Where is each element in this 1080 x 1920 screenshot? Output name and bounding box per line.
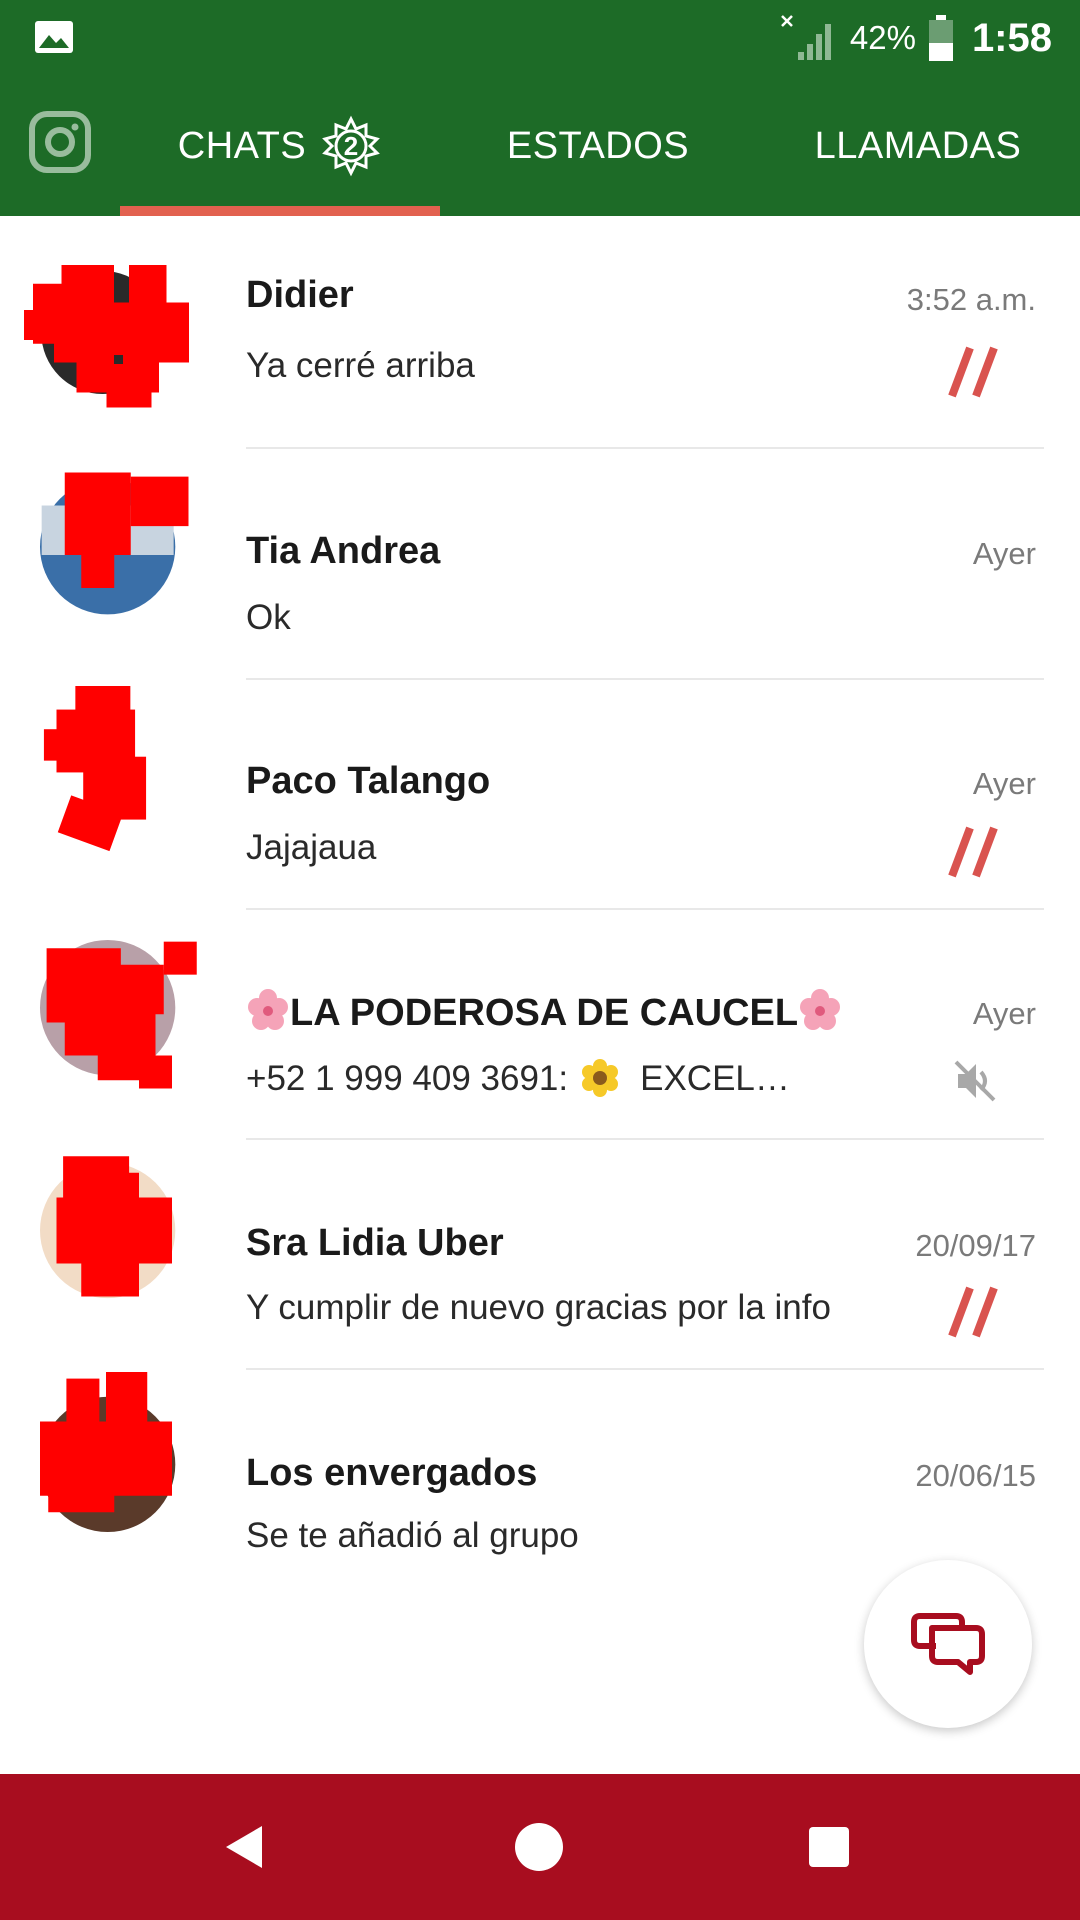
tab-estados-label: ESTADOS	[506, 124, 690, 167]
tab-bar: CHATS 2 ESTADOS LLAMADAS	[0, 76, 1080, 216]
unread-count: 2	[343, 130, 359, 161]
image-icon	[35, 21, 73, 53]
tab-chats-label: CHATS	[177, 124, 307, 167]
tab-llamadas[interactable]: LLAMADAS	[756, 76, 1080, 216]
avatar	[40, 1156, 176, 1299]
chat-preview: Jajajaua	[246, 828, 377, 867]
mute-icon	[954, 1060, 996, 1102]
chat-time: 3:52 a.m.	[906, 282, 1036, 317]
cherry-blossom-icon	[248, 989, 288, 1030]
chat-row[interactable]: Sra Lidia Uber 20/09/17 Y cumplir de nue…	[0, 1138, 1080, 1370]
chat-name: LA PODEROSA DE CAUCEL	[246, 988, 842, 1035]
chat-row[interactable]: Didier 3:52 a.m. Ya cerré arriba	[0, 216, 1080, 449]
chat-row[interactable]: Paco Talango Ayer Jajajaua	[0, 678, 1080, 910]
chat-time: Ayer	[972, 766, 1036, 801]
sunflower-icon	[582, 1059, 619, 1097]
chat-name: Paco Talango	[246, 760, 491, 802]
new-chat-icon	[911, 1613, 985, 1675]
avatar	[40, 1372, 176, 1533]
home-icon[interactable]	[506, 1814, 572, 1880]
chat-name-text: LA PODEROSA DE CAUCEL	[290, 992, 799, 1034]
chat-row[interactable]: LA PODEROSA DE CAUCEL Ayer +52 1 999 409…	[0, 908, 1080, 1140]
battery-icon	[928, 15, 953, 61]
avatar	[43, 686, 147, 852]
preview-sender: +52 1 999 409 3691:	[246, 1059, 569, 1098]
tab-indicator	[120, 206, 440, 216]
tab-chats[interactable]: CHATS 2	[120, 76, 440, 216]
tab-llamadas-label: LLAMADAS	[814, 124, 1022, 167]
chat-preview: +52 1 999 409 3691: EXCEL…	[246, 1058, 790, 1099]
chat-time: 20/06/15	[915, 1458, 1036, 1493]
double-check-icon	[948, 826, 998, 878]
chat-name: Los envergados	[246, 1452, 538, 1494]
chat-row[interactable]: Los envergados 20/06/15 Se te añadió al …	[0, 1368, 1080, 1598]
navigation-bar	[0, 1774, 1080, 1920]
avatar	[40, 472, 189, 615]
battery-percent: 42%	[849, 19, 916, 56]
unread-badge: 2	[320, 115, 382, 177]
recents-icon[interactable]	[796, 1814, 862, 1880]
chat-preview: Ok	[246, 598, 291, 637]
status-bar: 42% 1:58	[0, 0, 1080, 76]
back-icon[interactable]	[214, 1814, 280, 1880]
chat-time: Ayer	[972, 996, 1036, 1031]
clock: 1:58	[971, 15, 1052, 60]
signal-no-data-icon	[780, 15, 831, 60]
double-check-icon	[948, 346, 998, 398]
chat-preview: Se te añadió al grupo	[246, 1516, 579, 1555]
preview-text: EXCEL…	[640, 1059, 790, 1098]
camera-icon[interactable]	[28, 110, 92, 174]
new-chat-button[interactable]	[864, 1560, 1032, 1728]
cherry-blossom-icon	[800, 989, 841, 1030]
chat-row[interactable]: Tia Andrea Ayer Ok	[0, 448, 1080, 680]
avatar	[40, 940, 197, 1089]
chat-preview: Ya cerré arriba	[246, 346, 475, 385]
double-check-icon	[948, 1286, 998, 1338]
chat-name: Didier	[246, 274, 354, 316]
avatar	[24, 265, 189, 408]
chat-name: Sra Lidia Uber	[246, 1222, 504, 1264]
chat-time: 20/09/17	[915, 1228, 1036, 1263]
chat-name: Tia Andrea	[246, 530, 441, 572]
chat-preview: Y cumplir de nuevo gracias por la info	[246, 1288, 831, 1327]
chat-time: Ayer	[972, 536, 1036, 571]
tab-estados[interactable]: ESTADOS	[440, 76, 756, 216]
